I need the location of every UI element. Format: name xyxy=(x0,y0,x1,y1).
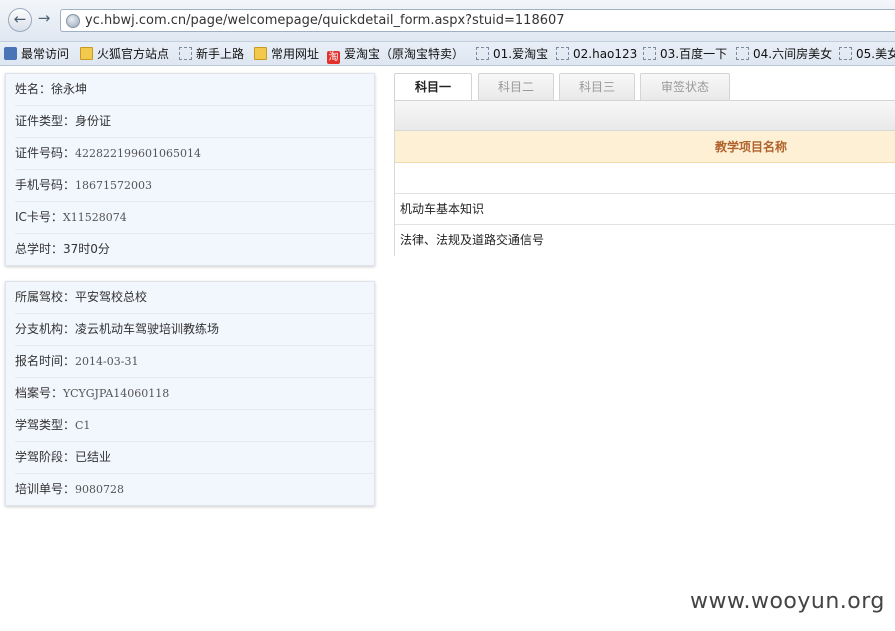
bookmark-most-visited[interactable]: 最常访问 xyxy=(4,46,69,62)
page-icon xyxy=(643,47,656,60)
page-icon xyxy=(556,47,569,60)
bookmark-getting-started[interactable]: 新手上路 xyxy=(179,46,244,62)
info-row-file-number: 档案号：YCYGJPA14060118 xyxy=(15,378,375,410)
info-row-ic-card: IC卡号：X11528074 xyxy=(15,202,375,234)
info-row-total-hours: 总学时：37时0分 xyxy=(15,242,110,256)
browser-navbar: ← → yc.hbwj.com.cn/page/welcomepage/quic… xyxy=(0,0,895,42)
bookmark-01[interactable]: 01.爱淘宝 xyxy=(476,46,548,62)
page-icon xyxy=(839,47,852,60)
page-icon xyxy=(179,47,192,60)
info-row-license-type: 学驾类型：C1 xyxy=(15,410,375,442)
folder-icon xyxy=(254,47,267,60)
bookmark-05[interactable]: 05.美女 xyxy=(839,46,895,62)
table-row[interactable]: 法律、法规及道路交通信号 xyxy=(395,225,895,256)
globe-icon xyxy=(66,14,80,28)
info-row-phone: 手机号码：18671572003 xyxy=(15,170,375,202)
tab-subject-3[interactable]: 科目三 xyxy=(559,73,635,100)
page-icon xyxy=(476,47,489,60)
folder-icon xyxy=(80,47,93,60)
tab-subject-1[interactable]: 科目一 xyxy=(394,73,472,102)
tab-subject-2[interactable]: 科目二 xyxy=(478,73,554,100)
info-row-name: 姓名：徐永坤 xyxy=(15,74,375,106)
info-row-id-type: 证件类型：身份证 xyxy=(15,106,375,138)
info-row-school: 所属驾校：平安驾校总校 xyxy=(15,282,375,314)
bookmarks-bar: 最常访问 火狐官方站点 新手上路 常用网址 淘爱淘宝（原淘宝特卖） 01.爱淘宝… xyxy=(0,42,895,66)
url-text[interactable]: yc.hbwj.com.cn/page/welcomepage/quickdet… xyxy=(85,13,565,28)
tab-review-status[interactable]: 审签状态 xyxy=(640,73,730,100)
page-icon xyxy=(736,47,749,60)
bookmark-firefox-site[interactable]: 火狐官方站点 xyxy=(80,46,169,62)
column-header-item-name[interactable]: 教学项目名称 xyxy=(715,131,787,163)
school-info-panel: 所属驾校：平安驾校总校 分支机构：凌云机动车驾驶培训教练场 报名时间：2014-… xyxy=(5,281,375,506)
subject-tabs: 科目一 科目二 科目三 审签状态 xyxy=(394,73,895,102)
bookmark-02[interactable]: 02.hao123 xyxy=(556,46,637,62)
bookmark-03[interactable]: 03.百度一下 xyxy=(643,46,727,62)
forward-button[interactable]: → xyxy=(34,8,54,32)
forward-arrow-icon: → xyxy=(37,9,51,27)
bookmark-common-sites[interactable]: 常用网址 xyxy=(254,46,319,62)
info-row-id-number: 证件号码：422822199601065014 xyxy=(15,138,375,170)
taobao-icon: 淘 xyxy=(327,51,340,64)
info-row-training-number: 培训单号：9080728 xyxy=(15,482,125,496)
info-row-stage: 学驾阶段：已结业 xyxy=(15,442,375,474)
bookmark-04[interactable]: 04.六间房美女 xyxy=(736,46,832,62)
teaching-items-grid: 教学项目名称 机动车基本知识 法律、法规及道路交通信号 xyxy=(394,101,895,256)
watermark-text: www.wooyun.org xyxy=(690,589,885,614)
grid-toolbar xyxy=(395,101,895,131)
grid-header: 教学项目名称 xyxy=(395,131,895,163)
table-row[interactable]: 机动车基本知识 xyxy=(395,194,895,225)
student-info-panel: 姓名：徐永坤 证件类型：身份证 证件号码：422822199601065014 … xyxy=(5,73,375,266)
star-icon xyxy=(4,47,17,60)
info-row-branch: 分支机构：凌云机动车驾驶培训教练场 xyxy=(15,314,375,346)
bookmark-aitaobao[interactable]: 淘爱淘宝（原淘宝特卖） xyxy=(327,46,464,64)
table-row[interactable] xyxy=(395,163,895,194)
address-bar[interactable]: yc.hbwj.com.cn/page/welcomepage/quickdet… xyxy=(60,9,895,32)
info-row-signup-date: 报名时间：2014-03-31 xyxy=(15,346,375,378)
back-arrow-icon: ← xyxy=(13,10,27,28)
back-button[interactable]: ← xyxy=(8,8,32,32)
